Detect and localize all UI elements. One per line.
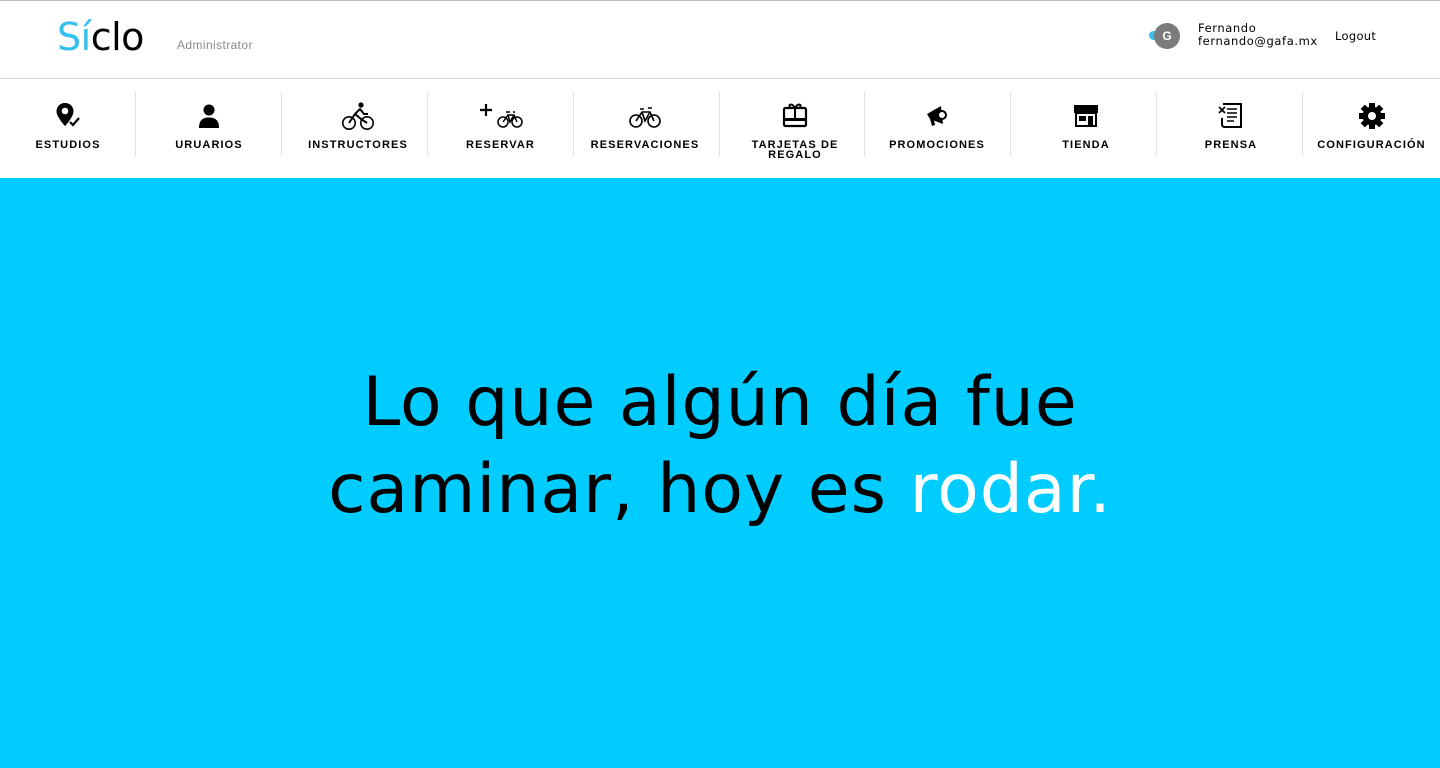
megaphone-icon xyxy=(866,101,1008,131)
nav-divider xyxy=(1010,92,1011,156)
bike-icon xyxy=(574,101,716,131)
nav-divider xyxy=(1156,92,1157,156)
nav-divider xyxy=(281,92,282,156)
nav-label-promociones: PROMOCIONES xyxy=(889,139,985,151)
logo-accent-text: Sí xyxy=(57,15,91,59)
nav-divider xyxy=(719,92,720,156)
location-pin-check-icon xyxy=(0,101,136,131)
nav-divider xyxy=(864,92,865,156)
hero-headline-line1: Lo que algún día fue xyxy=(362,363,1078,442)
user-email: fernando@gafa.mx xyxy=(1198,34,1318,48)
nav-item-prensa[interactable]: PRENSA xyxy=(1158,79,1304,178)
cyclist-icon xyxy=(283,101,433,131)
role-label: Administrator xyxy=(177,38,253,52)
nav-label-reservar: RESERVAR xyxy=(466,139,535,151)
top-header: Síclo Administrator G Fernando fernando@… xyxy=(0,0,1440,79)
nav-label-reservaciones: RESERVACIONES xyxy=(590,139,700,151)
nav-item-reservar[interactable]: RESERVAR xyxy=(428,79,573,178)
siclo-logo[interactable]: Síclo xyxy=(57,15,144,59)
nav-label-prensa: PRENSA xyxy=(1204,139,1258,151)
nav-item-reservaciones[interactable]: RESERVACIONES xyxy=(574,79,716,178)
nav-divider xyxy=(135,92,136,156)
nav-item-tarjetas-de-regalo[interactable]: TARJETAS DE REGALO xyxy=(725,79,865,178)
nav-item-promociones[interactable]: PROMOCIONES xyxy=(866,79,1008,178)
main-navigation: ESTUDIOS URUARIOS INSTRUCTORES RESERVAR … xyxy=(0,79,1440,178)
store-icon xyxy=(1014,101,1158,131)
user-icon xyxy=(137,101,281,131)
logo-text: clo xyxy=(90,15,145,59)
user-avatar-group[interactable]: G xyxy=(1148,22,1188,50)
newspaper-icon xyxy=(1158,101,1304,131)
nav-item-configuracion[interactable]: CONFIGURACIÓN xyxy=(1303,79,1440,178)
nav-item-uruarios[interactable]: URUARIOS xyxy=(137,79,281,178)
hero-headline-text: caminar, hoy es xyxy=(328,450,910,529)
nav-item-estudios[interactable]: ESTUDIOS xyxy=(0,79,136,178)
nav-label-tarjetas-de-regalo: TARJETAS DE REGALO xyxy=(751,139,839,161)
nav-label-uruarios: URUARIOS xyxy=(175,139,243,151)
logout-button[interactable]: Logout xyxy=(1335,29,1376,43)
nav-label-tienda: TIENDA xyxy=(1062,139,1110,151)
hero-headline-highlight: rodar. xyxy=(909,450,1112,529)
nav-label-estudios: ESTUDIOS xyxy=(35,139,101,151)
nav-label-configuracion: CONFIGURACIÓN xyxy=(1317,139,1426,151)
avatar: G xyxy=(1154,23,1180,49)
nav-item-instructores[interactable]: INSTRUCTORES xyxy=(283,79,433,178)
hero-headline-line2: caminar, hoy es rodar. xyxy=(0,450,1440,530)
nav-item-tienda[interactable]: TIENDA xyxy=(1014,79,1158,178)
hero-banner: Lo que algún día fue caminar, hoy es rod… xyxy=(0,178,1440,768)
nav-label-instructores: INSTRUCTORES xyxy=(308,139,408,151)
gear-icon xyxy=(1303,101,1440,131)
gift-card-icon xyxy=(725,101,865,131)
plus-bike-icon xyxy=(428,101,573,131)
